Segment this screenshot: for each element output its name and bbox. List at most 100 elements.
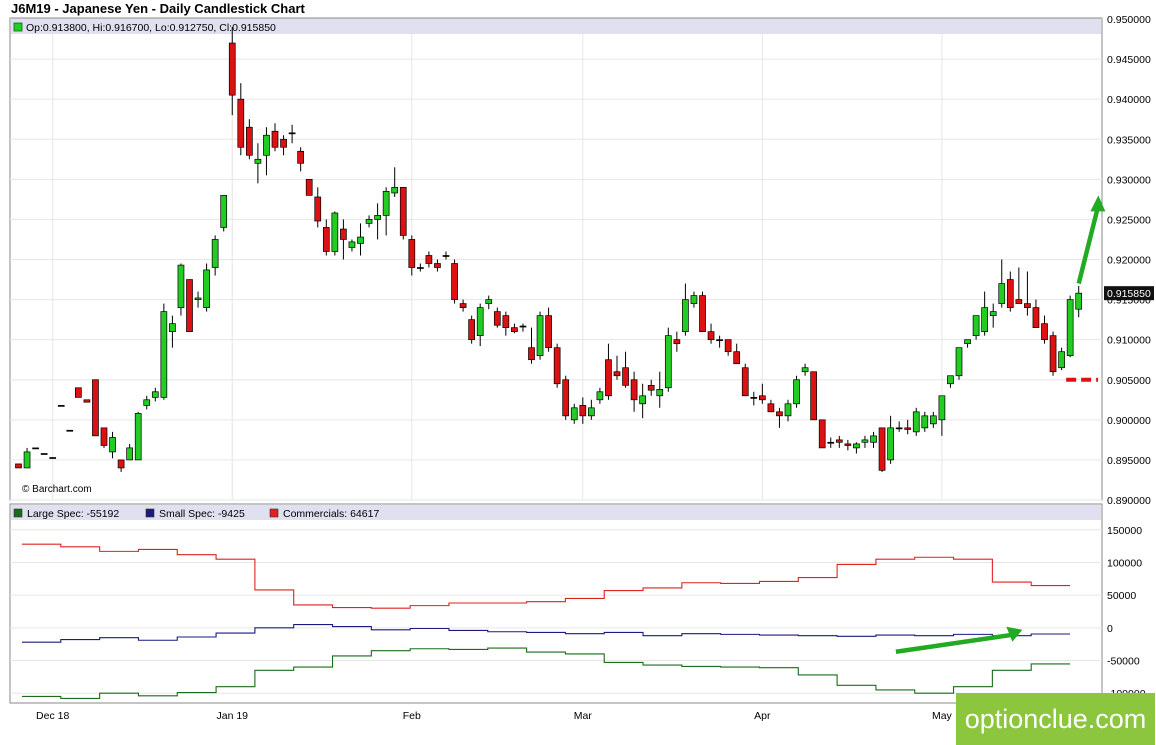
cot-y-tick-label: 100000	[1107, 557, 1142, 569]
watermark-logo: optionclue.com	[956, 693, 1155, 745]
candle-body	[870, 435, 877, 443]
candle-body	[528, 347, 535, 361]
candle-body	[1006, 279, 1014, 308]
cot-legend-swatch	[145, 508, 155, 518]
cot-legend-swatch	[269, 508, 279, 518]
candle	[100, 427, 108, 448]
chart-title: J6M19 - Japanese Yen - Daily Candlestick…	[11, 1, 305, 16]
candle-body	[1066, 299, 1074, 357]
candle-body	[280, 138, 287, 148]
candle-body	[793, 379, 800, 405]
candle-body	[177, 264, 185, 308]
candle-body	[451, 263, 458, 300]
candle-body	[801, 367, 809, 373]
candle	[15, 463, 22, 469]
candle-body	[622, 367, 629, 386]
candle-body	[1058, 351, 1065, 369]
cot-y-tick-label: 150000	[1107, 525, 1142, 537]
candle-body	[741, 367, 749, 397]
ohlc-legend-swatch	[13, 22, 23, 32]
candle-body	[562, 379, 570, 417]
candle-body	[938, 395, 946, 421]
price-y-tick-label: 0.900000	[1107, 415, 1151, 427]
x-axis-label: Mar	[574, 710, 593, 722]
candle-body	[331, 212, 339, 252]
candle-body	[964, 339, 971, 345]
candle-body	[682, 299, 689, 333]
candle-body	[23, 451, 31, 469]
candle-body	[348, 241, 356, 248]
candle-body	[143, 399, 151, 406]
candle-body	[853, 443, 860, 449]
price-y-tick-label: 0.920000	[1107, 255, 1151, 267]
candle-body	[246, 126, 253, 156]
candle	[793, 375, 800, 408]
price-y-tick-label: 0.925000	[1107, 214, 1151, 226]
candle	[562, 375, 570, 420]
candle-body	[835, 439, 843, 443]
candle	[134, 411, 142, 461]
candle-body	[613, 371, 621, 377]
candle-body	[442, 255, 450, 257]
candle	[74, 387, 82, 398]
candle	[536, 311, 544, 360]
candle-body	[1041, 323, 1048, 341]
cot-legend-label: Large Spec: -55192	[27, 508, 119, 520]
candle-body	[83, 399, 91, 403]
candle	[741, 363, 749, 397]
candle-body	[288, 132, 296, 135]
candle-body	[656, 389, 664, 397]
candle-body	[630, 379, 638, 401]
candle	[912, 407, 920, 436]
candle-body	[305, 178, 313, 196]
candle-body	[92, 379, 99, 437]
candle-body	[716, 339, 723, 342]
candle	[57, 405, 65, 407]
candle-body	[861, 439, 869, 443]
candle-body	[254, 158, 262, 164]
candle-body	[57, 405, 65, 407]
candle-body	[134, 413, 142, 461]
candle-body	[314, 196, 322, 222]
candle-body	[66, 429, 74, 432]
candle-body	[767, 403, 775, 413]
candle-body	[947, 375, 954, 385]
candle-body	[1024, 303, 1031, 308]
candle-body	[776, 411, 783, 417]
candle	[305, 178, 313, 196]
candle-body	[1032, 307, 1040, 328]
candle	[810, 371, 818, 421]
candle-body	[186, 279, 193, 332]
candle-body	[194, 297, 202, 300]
candle-body	[434, 263, 441, 268]
cot-panel	[9, 503, 1103, 704]
candle-body	[203, 269, 210, 308]
candle-body	[878, 427, 886, 471]
candle	[220, 195, 228, 232]
candle	[955, 347, 963, 380]
price-y-tick-label: 0.895000	[1107, 455, 1151, 467]
candle-body	[690, 295, 698, 304]
candle-body	[596, 391, 604, 401]
candle-body	[49, 457, 57, 459]
candle	[83, 399, 91, 403]
candle	[878, 427, 886, 472]
candle-body	[340, 228, 347, 240]
candle-body	[160, 311, 168, 398]
cot-y-tick-label: -50000	[1107, 656, 1140, 668]
candle-body	[211, 239, 219, 268]
candle-body	[972, 315, 980, 337]
candle-body	[647, 385, 655, 391]
candle	[1066, 295, 1074, 358]
cot-y-tick-label: 50000	[1107, 590, 1136, 602]
price-y-tick-label: 0.930000	[1107, 174, 1151, 186]
x-axis-label: Dec 18	[36, 710, 69, 722]
candle-body	[493, 311, 501, 326]
cot-y-tick-labels: 150000100000500000-50000-100000	[1107, 525, 1146, 700]
price-y-tick-label: 0.890000	[1107, 495, 1151, 507]
candle	[1049, 331, 1057, 376]
candle-body	[587, 407, 595, 417]
candle	[177, 263, 185, 316]
x-axis-label: Jan 19	[216, 710, 248, 722]
candle-body	[570, 407, 578, 421]
